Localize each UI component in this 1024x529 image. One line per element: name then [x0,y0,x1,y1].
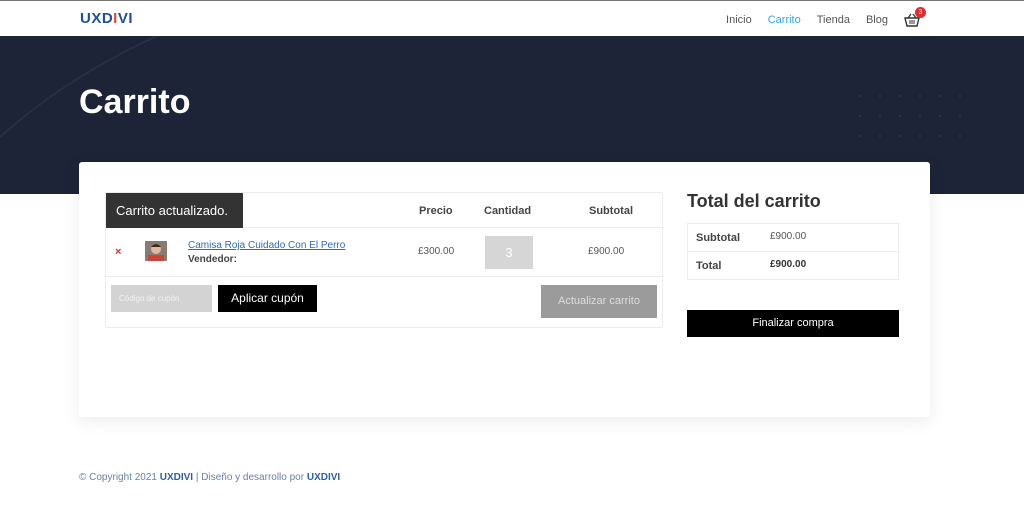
totals-subtotal-label: Subtotal [696,232,740,244]
footer-credit-text: | Diseño y desarrollo por [193,472,307,483]
footer-brand-link[interactable]: UXDIVI [160,472,193,483]
cart-actions: Aplicar cupón Actualizar carrito [106,277,662,328]
totals-subtotal-row: Subtotal £900.00 [688,224,898,252]
site-footer: © Copyright 2021 UXDIVI | Diseño y desar… [79,472,340,483]
vendor-label: Vendedor: [188,254,237,265]
site-logo[interactable]: UXDIVI [80,10,133,27]
nav-tienda[interactable]: Tienda [817,14,850,26]
footer-developer-link[interactable]: UXDIVI [307,472,340,483]
nav-inicio[interactable]: Inicio [726,14,752,26]
totals-total-row: Total £900.00 [688,252,898,280]
page-title: Carrito [79,83,191,121]
cart-item-row: × Camisa Roja Cuidado Con El Perro Vende… [106,228,662,277]
header-subtotal: Subtotal [589,205,633,217]
remove-item-icon[interactable]: × [115,246,121,258]
logo-text-left: UXD [80,10,114,27]
product-name-link[interactable]: Camisa Roja Cuidado Con El Perro [188,240,345,251]
basket-icon[interactable]: 3 [904,7,926,27]
checkout-button[interactable]: Finalizar compra [687,310,899,337]
cart-count-badge: 3 [915,7,926,18]
footer-copyright: © Copyright 2021 [79,472,160,483]
header-quantity: Cantidad [484,205,532,217]
item-subtotal: £900.00 [588,246,625,257]
header-price: Precio [419,205,453,217]
apply-coupon-button[interactable]: Aplicar cupón [218,285,317,312]
item-price: £300.00 [418,246,455,257]
cart-card: Carrito actualizado. Precio Cantidad Sub… [79,162,930,417]
cart-updated-notice: Carrito actualizado. [106,193,243,228]
cart-table: Carrito actualizado. Precio Cantidad Sub… [105,192,663,328]
site-header: UXDIVI Inicio Carrito Tienda Blog 3 [0,0,1024,36]
totals-total-value: £900.00 [770,259,807,270]
logo-text-right: VI [117,10,134,27]
cart-totals-title: Total del carrito [687,191,821,211]
quantity-input[interactable]: 3 [485,236,533,269]
nav-blog[interactable]: Blog [866,14,888,26]
cart-totals-table: Subtotal £900.00 Total £900.00 [687,223,899,280]
main-nav: Inicio Carrito Tienda Blog 3 [710,7,926,27]
totals-subtotal-value: £900.00 [770,231,807,242]
cart-table-header: Carrito actualizado. Precio Cantidad Sub… [106,193,662,228]
totals-total-label: Total [696,260,722,272]
nav-carrito[interactable]: Carrito [768,14,801,26]
update-cart-button[interactable]: Actualizar carrito [541,285,657,318]
coupon-code-input[interactable] [111,285,212,312]
product-thumbnail[interactable] [145,241,167,261]
